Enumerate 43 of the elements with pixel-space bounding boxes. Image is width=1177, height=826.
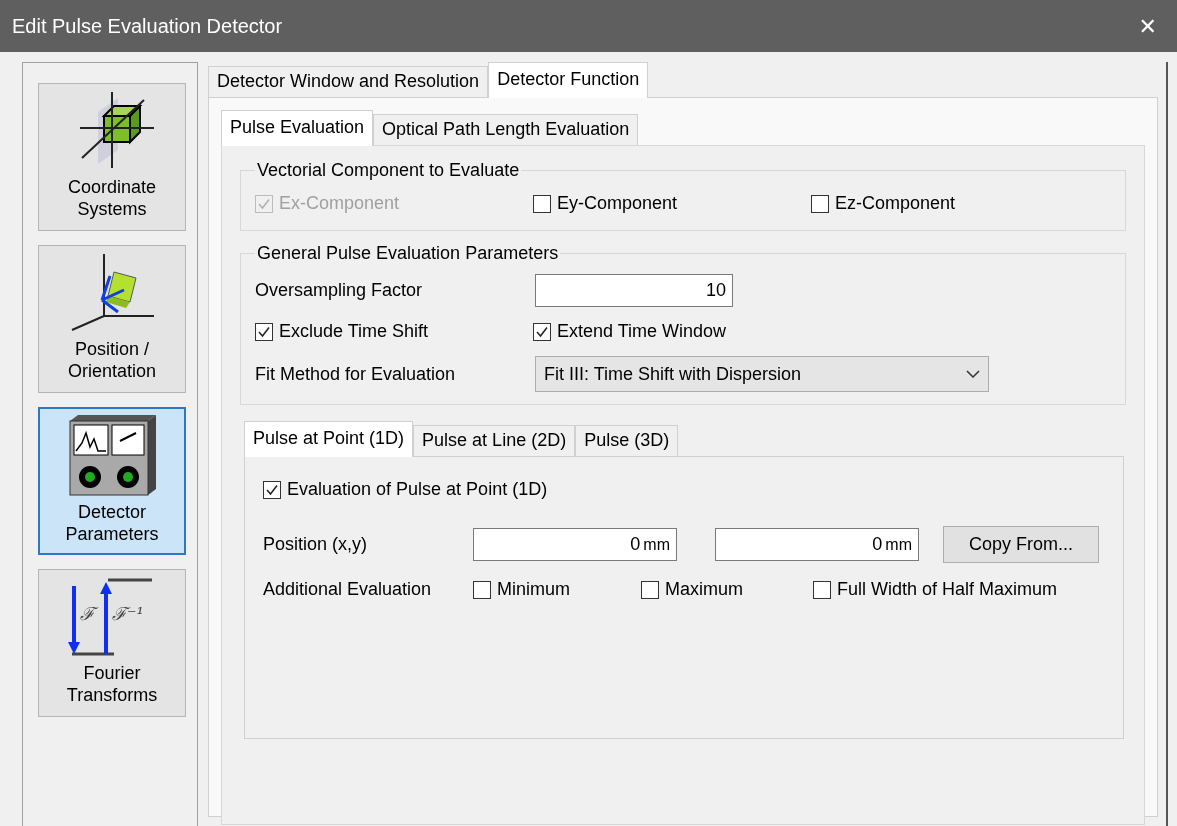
sidebar-button[interactable]: Detector Parameters <box>38 407 186 555</box>
sidebar-button[interactable]: ℱ ℱ⁻¹ Fourier Transforms <box>38 569 186 717</box>
sidebar-button[interactable]: Coordinate Systems <box>38 83 186 231</box>
sidebar-button[interactable]: Position / Orientation <box>38 245 186 393</box>
position-input[interactable]: 0 mm <box>473 528 677 561</box>
checkbox[interactable] <box>641 580 659 599</box>
checkbox-label: Maximum <box>665 579 743 600</box>
checkbox[interactable] <box>255 322 273 341</box>
checkbox[interactable] <box>813 580 831 599</box>
position-input[interactable]: 0 mm <box>715 528 919 561</box>
copy-from-button[interactable]: Copy From... <box>943 526 1099 563</box>
field-label: Position (x,y) <box>263 534 369 555</box>
checkbox[interactable] <box>533 194 551 213</box>
tab[interactable]: Detector Window and Resolution <box>208 66 489 97</box>
checkbox[interactable] <box>533 322 551 341</box>
chevron-down-icon <box>966 370 980 378</box>
checkbox-label: Ez-Component <box>835 193 956 214</box>
checkbox-label: Minimum <box>497 579 570 600</box>
field-label: Additional Evaluation <box>263 579 433 600</box>
checkbox-label: Ex-Component <box>279 193 400 214</box>
detector-panel-icon <box>66 413 158 497</box>
checkbox[interactable] <box>473 580 491 599</box>
checkbox-label: Exclude Time Shift <box>279 321 429 342</box>
window-title: Edit Pulse Evaluation Detector <box>12 14 283 38</box>
tab[interactable]: Detector Function <box>488 62 649 98</box>
tab[interactable]: Optical Path Length Evaluation <box>373 114 639 145</box>
close-button[interactable]: ✕ <box>1132 13 1163 39</box>
checkbox-label: Extend Time Window <box>557 321 727 342</box>
group-title: Vectorial Component to Evaluate <box>256 160 521 181</box>
field-label: Oversampling Factor <box>255 280 424 301</box>
group-title: General Pulse Evaluation Parameters <box>256 243 560 264</box>
tab[interactable]: Pulse at Point (1D) <box>244 421 414 457</box>
tab[interactable]: Pulse Evaluation <box>221 110 374 146</box>
checkbox[interactable] <box>811 194 829 213</box>
checkbox[interactable] <box>263 480 281 499</box>
checkbox-label: Ey-Component <box>557 193 678 214</box>
checkbox-label: Evaluation of Pulse at Point (1D) <box>287 479 548 500</box>
fit-method-dropdown[interactable]: Fit III: Time Shift with Dispersion <box>535 356 989 392</box>
checkbox-label: Full Width of Half Maximum <box>837 579 1058 600</box>
field-label: Fit Method for Evaluation <box>255 363 457 385</box>
tab[interactable]: Pulse (3D) <box>575 425 679 456</box>
tab[interactable]: Pulse at Line (2D) <box>413 425 576 456</box>
oversampling-input[interactable]: 10 <box>535 274 733 307</box>
